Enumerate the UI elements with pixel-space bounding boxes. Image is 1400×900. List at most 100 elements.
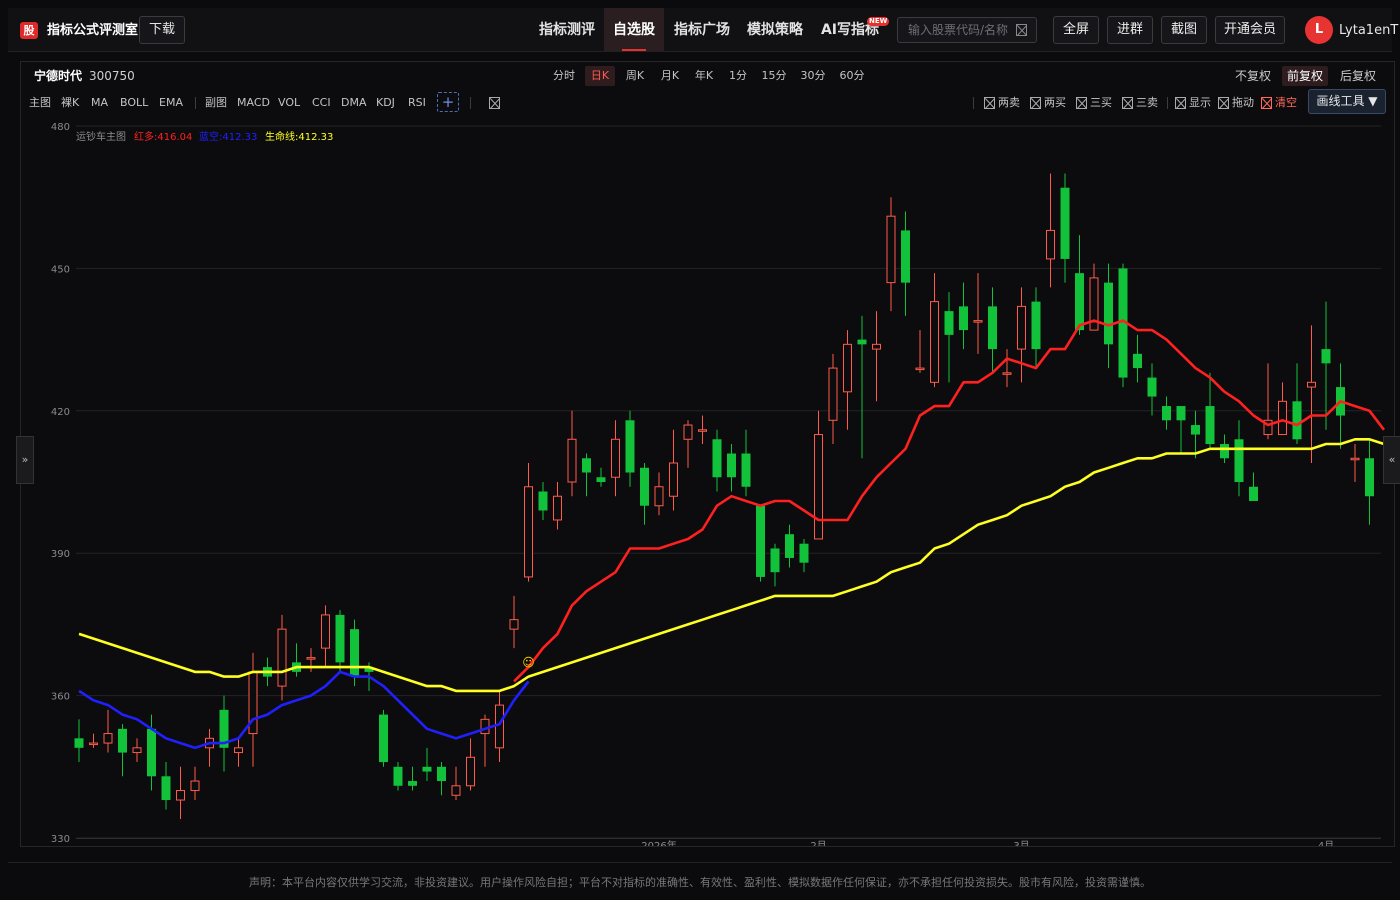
checkbox-icon — [984, 97, 995, 109]
candle-body-up — [524, 486, 533, 578]
candle-body-down — [959, 306, 968, 331]
candle-body-down — [1205, 406, 1215, 445]
candle-body-up — [886, 215, 896, 284]
candle-body-down — [1060, 187, 1070, 259]
kline-panel: 宁德时代 300750 分时 日K 周K 月K 年K 1分 15分 30分 60… — [20, 61, 1395, 847]
signal-label: 两买 — [1044, 96, 1066, 109]
adjust-none[interactable]: 不复权 — [1232, 66, 1274, 86]
indicator-naked-k[interactable]: 裸K — [61, 93, 79, 113]
period-weekly[interactable]: 周K — [620, 66, 650, 86]
indicator-boll[interactable]: BOLL — [120, 93, 148, 113]
divider — [1167, 97, 1168, 109]
legend-entry: 生命线:412.33 — [265, 130, 333, 143]
indicator-ma[interactable]: MA — [91, 93, 108, 113]
indicator-macd[interactable]: MACD — [237, 93, 270, 113]
main-chart-label: 主图 — [29, 96, 51, 109]
x-tick-label: 3月 — [1013, 840, 1029, 846]
screenshot-button[interactable]: 截图 — [1161, 16, 1207, 44]
candle-body-down — [785, 534, 794, 558]
signal-drag[interactable]: 拖动 — [1218, 93, 1254, 113]
candle-body-down — [408, 781, 417, 786]
candle-body-down — [393, 766, 403, 786]
candle-body-up — [814, 434, 823, 540]
indicator-rsi[interactable]: RSI — [408, 93, 426, 113]
signal-show[interactable]: 显示 — [1175, 93, 1211, 113]
candle-body-down — [118, 728, 127, 753]
candle-body-down — [799, 543, 809, 563]
checkbox-icon — [1175, 97, 1186, 109]
fullscreen-button[interactable]: 全屏 — [1053, 16, 1099, 44]
indicator-cci[interactable]: CCI — [312, 93, 331, 113]
period-1min[interactable]: 1分 — [724, 66, 752, 86]
indicator-ema[interactable]: EMA — [159, 93, 183, 113]
period-30min[interactable]: 30分 — [797, 66, 829, 86]
add-indicator-button[interactable]: + — [437, 92, 459, 112]
candle-body-up — [973, 320, 983, 323]
avatar[interactable]: L — [1305, 16, 1333, 44]
signal-two-sell[interactable]: 两卖 — [984, 93, 1020, 113]
nav-item-indicator-eval[interactable]: 指标测评 — [533, 8, 601, 51]
period-monthly[interactable]: 月K — [655, 66, 685, 86]
candle-body-down — [1292, 401, 1302, 440]
candle-body-up — [567, 438, 577, 483]
candle-body-down — [1191, 425, 1200, 435]
nav-item-watchlist[interactable]: 自选股 — [604, 8, 664, 51]
smile-icon: ☺ — [522, 655, 535, 669]
adjust-backward[interactable]: 后复权 — [1336, 66, 1380, 86]
candle-body-down — [1365, 458, 1374, 497]
signal-three-sell[interactable]: 三卖 — [1122, 93, 1158, 113]
period-60min[interactable]: 60分 — [836, 66, 868, 86]
candle-body-up — [553, 495, 562, 521]
disclaimer-footer: 声明：本平台内容仅供学习交流，非投资建议。用户操作风险自担；平台不对指标的准确性… — [8, 862, 1392, 900]
signal-label: 显示 — [1189, 96, 1211, 109]
candle-body-up — [872, 343, 881, 350]
candle-body-up — [466, 756, 475, 787]
candle-body-down — [350, 629, 359, 677]
signal-clear[interactable]: 清空 — [1261, 93, 1297, 113]
candle-body-down — [379, 714, 388, 763]
indicator-dma[interactable]: DMA — [341, 93, 367, 113]
close-icon[interactable] — [489, 97, 500, 109]
signal-two-buy[interactable]: 两买 — [1030, 93, 1066, 113]
y-tick-label: 450 — [51, 264, 70, 275]
stock-search-input[interactable] — [898, 18, 1010, 42]
candle-body-up — [495, 704, 504, 749]
candle-body-down — [1162, 406, 1171, 421]
right-panel-toggle[interactable]: « — [1383, 436, 1400, 484]
candle-body-down — [437, 766, 446, 782]
candle-body-up — [190, 780, 200, 792]
candle-body-up — [277, 628, 287, 687]
candle-body-up — [654, 486, 664, 507]
candle-body-down — [712, 439, 722, 478]
signal-three-buy[interactable]: 三买 — [1076, 93, 1112, 113]
signal-label: 拖动 — [1232, 96, 1254, 109]
indicator-vol[interactable]: VOL — [278, 93, 300, 113]
nav-item-ai-indicator[interactable]: AI写指标 — [814, 8, 886, 51]
username[interactable]: Lyta1enT — [1339, 22, 1398, 40]
indicator-kdj[interactable]: KDJ — [376, 93, 395, 113]
candle-body-down — [147, 728, 156, 777]
stock-code: 300750 — [89, 69, 135, 83]
join-group-button[interactable]: 进群 — [1107, 16, 1153, 44]
nav-item-indicator-square[interactable]: 指标广场 — [668, 8, 736, 51]
candle-body-up — [1278, 400, 1287, 436]
period-15min[interactable]: 15分 — [758, 66, 790, 86]
download-button[interactable]: 下载 — [139, 16, 185, 44]
nav-item-sim-strategy[interactable]: 模拟策略 — [741, 8, 809, 51]
period-yearly[interactable]: 年K — [689, 66, 719, 86]
search-clear-icon[interactable] — [1016, 24, 1027, 36]
candle-body-down — [1031, 301, 1041, 350]
left-panel-toggle[interactable]: » — [16, 436, 34, 484]
checkbox-icon — [1076, 97, 1087, 109]
vip-button[interactable]: 开通会员 — [1215, 16, 1285, 44]
candle-body-up — [611, 438, 620, 478]
draw-tools-button[interactable]: 画线工具 ▼ — [1308, 89, 1386, 114]
adjust-forward[interactable]: 前复权 — [1282, 66, 1328, 86]
candle-body-down — [1147, 377, 1157, 397]
candle-body-up — [509, 619, 519, 630]
period-intraday[interactable]: 分时 — [549, 66, 579, 86]
kline-chart[interactable]: 480 450 420 390 360 330 2026年 2月 3月 4月 ☺ 运钞车主图红多:41… — [21, 118, 1394, 846]
period-daily[interactable]: 日K — [585, 66, 615, 86]
candle-body-up — [683, 424, 693, 440]
candle-body-down — [741, 453, 751, 487]
